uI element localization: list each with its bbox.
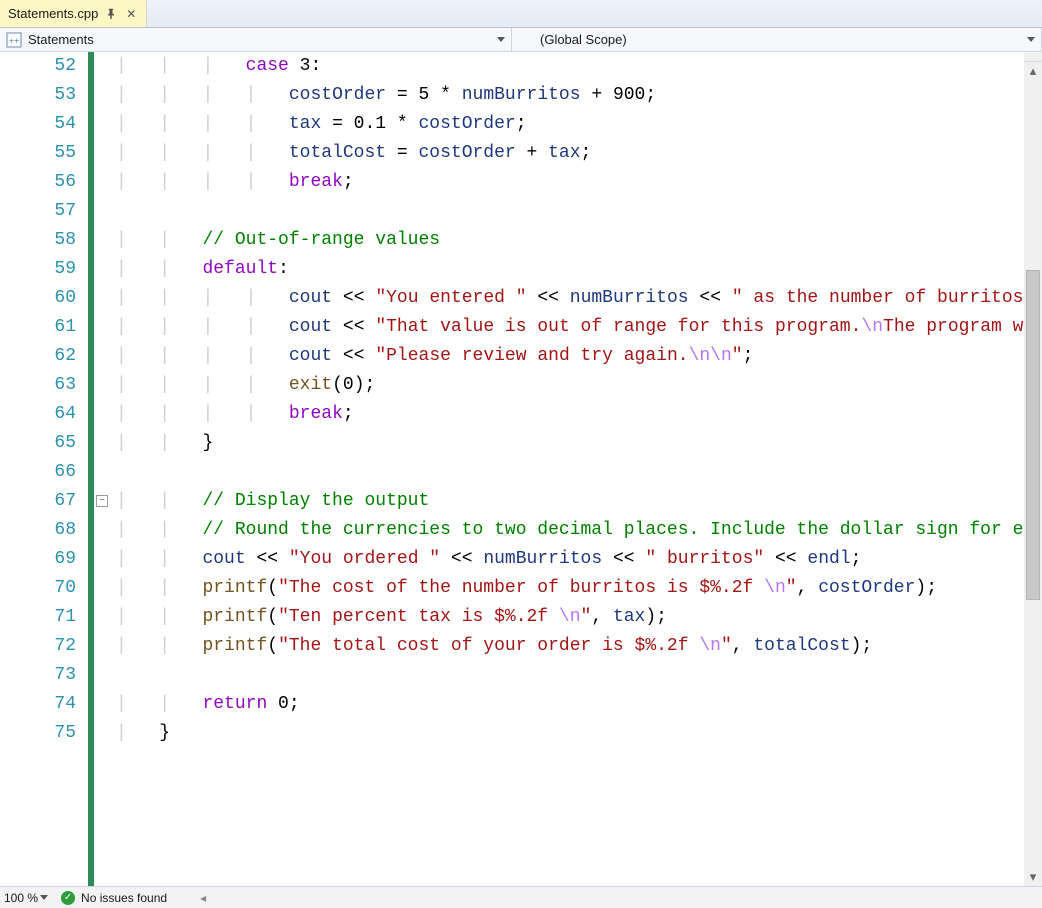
- line-number: 52: [8, 52, 76, 81]
- code-line[interactable]: | | | | cout << "You entered " << numBur…: [116, 284, 1024, 313]
- code-line[interactable]: | | printf("The cost of the number of bu…: [116, 574, 1024, 603]
- code-line[interactable]: | | | | break;: [116, 400, 1024, 429]
- line-number-gutter: 5253545556575859606162636465666768697071…: [8, 52, 88, 886]
- code-line[interactable]: | | printf("The total cost of your order…: [116, 632, 1024, 661]
- line-number: 69: [8, 545, 76, 574]
- code-line[interactable]: | | | | exit(0);: [116, 371, 1024, 400]
- code-line[interactable]: | | | | break;: [116, 168, 1024, 197]
- close-icon[interactable]: ✕: [124, 7, 138, 21]
- code-line[interactable]: | | return 0;: [116, 690, 1024, 719]
- chevron-down-icon[interactable]: [40, 895, 48, 900]
- split-handle[interactable]: [1024, 52, 1042, 62]
- status-bar: 100 % ✓ No issues found ◂: [0, 886, 1042, 908]
- line-number: 59: [8, 255, 76, 284]
- line-number: 56: [8, 168, 76, 197]
- code-line[interactable]: [116, 197, 1024, 226]
- line-number: 74: [8, 690, 76, 719]
- line-number: 71: [8, 603, 76, 632]
- line-number: 68: [8, 516, 76, 545]
- type-nav-dropdown[interactable]: ++ Statements: [0, 28, 512, 51]
- line-number: 64: [8, 400, 76, 429]
- line-number: 73: [8, 661, 76, 690]
- code-line[interactable]: [116, 458, 1024, 487]
- scope-nav-dropdown[interactable]: (Global Scope): [512, 28, 1042, 51]
- code-line[interactable]: | | default:: [116, 255, 1024, 284]
- scroll-left-button[interactable]: ◂: [193, 889, 213, 907]
- code-line[interactable]: | | // Display the output: [116, 487, 1024, 516]
- fold-toggle-icon[interactable]: −: [96, 495, 108, 507]
- cpp-file-icon: ++: [6, 32, 22, 48]
- status-message: No issues found: [81, 891, 167, 905]
- line-number: 57: [8, 197, 76, 226]
- scroll-thumb[interactable]: [1026, 270, 1040, 600]
- line-number: 55: [8, 139, 76, 168]
- scope-nav-label: (Global Scope): [540, 32, 627, 47]
- file-tab[interactable]: Statements.cpp ✕: [0, 0, 147, 27]
- line-number: 54: [8, 110, 76, 139]
- line-number: 53: [8, 81, 76, 110]
- svg-text:++: ++: [9, 36, 19, 46]
- chevron-down-icon[interactable]: [497, 37, 505, 42]
- code-line[interactable]: | | | | costOrder = 5 * numBurritos + 90…: [116, 81, 1024, 110]
- code-line[interactable]: | | }: [116, 429, 1024, 458]
- check-circle-icon: ✓: [61, 891, 75, 905]
- code-line[interactable]: | | cout << "You ordered " << numBurrito…: [116, 545, 1024, 574]
- line-number: 65: [8, 429, 76, 458]
- type-nav-label: Statements: [28, 32, 94, 47]
- code-line[interactable]: | | | | cout << "That value is out of ra…: [116, 313, 1024, 342]
- line-number: 60: [8, 284, 76, 313]
- line-number: 61: [8, 313, 76, 342]
- navigation-bar: ++ Statements (Global Scope): [0, 28, 1042, 52]
- line-number: 63: [8, 371, 76, 400]
- zoom-label: 100 %: [4, 891, 38, 905]
- code-line[interactable]: | | | | cout << "Please review and try a…: [116, 342, 1024, 371]
- scroll-down-button[interactable]: ▾: [1024, 868, 1042, 886]
- editor: 5253545556575859606162636465666768697071…: [0, 52, 1042, 886]
- line-number: 75: [8, 719, 76, 748]
- code-line[interactable]: | | | | totalCost = costOrder + tax;: [116, 139, 1024, 168]
- line-number: 62: [8, 342, 76, 371]
- line-number: 70: [8, 574, 76, 603]
- scroll-up-button[interactable]: ▴: [1024, 62, 1042, 80]
- code-line[interactable]: | | // Round the currencies to two decim…: [116, 516, 1024, 545]
- chevron-down-icon[interactable]: [1027, 37, 1035, 42]
- line-number: 66: [8, 458, 76, 487]
- code-line[interactable]: | | printf("Ten percent tax is $%.2f \n"…: [116, 603, 1024, 632]
- code-line[interactable]: | | | | tax = 0.1 * costOrder;: [116, 110, 1024, 139]
- scroll-track[interactable]: [1024, 80, 1042, 868]
- tab-bar: Statements.cpp ✕: [0, 0, 1042, 28]
- line-number: 58: [8, 226, 76, 255]
- line-number: 67: [8, 487, 76, 516]
- code-line[interactable]: | | // Out-of-range values: [116, 226, 1024, 255]
- code-line[interactable]: [116, 661, 1024, 690]
- code-line[interactable]: | }: [116, 719, 1024, 748]
- outlining-margin[interactable]: −: [94, 52, 112, 886]
- horizontal-scrollbar[interactable]: ◂: [173, 889, 1038, 907]
- pin-icon[interactable]: [104, 7, 118, 21]
- vertical-scrollbar[interactable]: ▴ ▾: [1024, 52, 1042, 886]
- selection-margin[interactable]: [0, 52, 8, 886]
- file-tab-title: Statements.cpp: [8, 6, 98, 21]
- code-area[interactable]: | | | case 3:| | | | costOrder = 5 * num…: [112, 52, 1024, 886]
- zoom-dropdown[interactable]: 100 %: [4, 891, 55, 905]
- code-line[interactable]: | | | case 3:: [116, 52, 1024, 81]
- line-number: 72: [8, 632, 76, 661]
